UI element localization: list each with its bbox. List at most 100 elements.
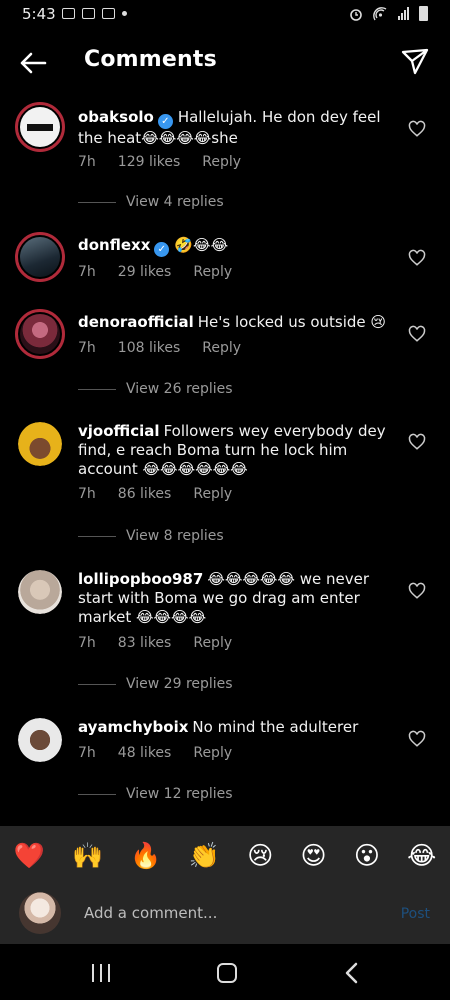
reply-button[interactable]: Reply	[202, 340, 241, 356]
comment-time: 7h	[78, 264, 96, 280]
comment-meta: 7h 108 likes Reply	[78, 340, 241, 356]
paper-plane-icon[interactable]	[400, 46, 430, 76]
comment-text: donflexx ✓ 🤣😂😂	[78, 236, 396, 257]
notification-app-icon	[62, 8, 75, 19]
emoji-heart-eyes-button[interactable]: 😍	[301, 841, 327, 871]
signal-icon	[398, 7, 409, 20]
emoji-fire-button[interactable]: 🔥	[130, 841, 161, 871]
view-replies[interactable]: View 8 replies	[78, 528, 224, 544]
comment-time: 7h	[78, 340, 96, 356]
comment-username[interactable]: vjoofficial	[78, 422, 160, 440]
status-system-icons	[349, 6, 428, 21]
comment-time: 7h	[78, 635, 96, 651]
view-replies[interactable]: View 26 replies	[78, 381, 233, 397]
avatar-photo	[18, 718, 62, 762]
avatar[interactable]	[15, 309, 65, 359]
heart-outline-icon[interactable]	[408, 582, 426, 600]
comment-username[interactable]: donflexx	[78, 236, 150, 254]
verified-badge-icon: ✓	[157, 114, 173, 129]
comment-body: He's locked us outside 😢	[197, 313, 387, 331]
view-replies[interactable]: View 29 replies	[78, 676, 233, 692]
emoji-clap-button[interactable]: 👏	[189, 841, 220, 871]
comment-username[interactable]: obaksolo	[78, 108, 154, 126]
divider	[78, 683, 116, 685]
comment-text: obaksolo ✓ Hallelujah. He don dey feel the…	[78, 108, 396, 148]
message-notification-icon	[102, 8, 115, 19]
comment-username[interactable]: denoraofficial	[78, 313, 194, 331]
comment-item: obaksolo ✓ Hallelujah. He don dey feel the…	[0, 102, 450, 222]
reply-button[interactable]: Reply	[202, 154, 241, 170]
battery-icon	[419, 6, 428, 21]
emoji-surprised-button[interactable]: 😮	[354, 841, 380, 871]
view-replies-label[interactable]: View 29 replies	[126, 676, 233, 692]
avatar[interactable]	[18, 570, 62, 614]
comment-likes[interactable]: 29 likes	[118, 264, 172, 280]
more-notifications-dot-icon	[122, 11, 127, 16]
reply-button[interactable]: Reply	[193, 486, 232, 502]
heart-outline-icon[interactable]	[408, 433, 426, 451]
heart-outline-icon[interactable]	[408, 249, 426, 267]
comment-meta: 7h 83 likes Reply	[78, 635, 232, 651]
status-notification-icons	[62, 8, 127, 19]
reply-button[interactable]: Reply	[193, 635, 232, 651]
alarm-icon	[350, 8, 362, 21]
comment-time: 7h	[78, 745, 96, 761]
verified-badge-icon: ✓	[154, 242, 170, 257]
divider	[78, 201, 116, 203]
home-icon[interactable]	[217, 963, 237, 983]
avatar[interactable]	[18, 422, 62, 466]
emoji-reaction-bar: ❤️ 🙌 🔥 👏 😢 😍 😮 😂	[0, 826, 450, 886]
comment-username[interactable]: ayamchyboix	[78, 718, 188, 736]
view-replies-label[interactable]: View 8 replies	[126, 528, 224, 544]
avatar-photo	[20, 237, 60, 277]
heart-outline-icon[interactable]	[408, 120, 426, 138]
comment-likes[interactable]: 48 likes	[118, 745, 172, 761]
divider	[78, 388, 116, 390]
comment-text: denoraofficial He's locked us outside 😢	[78, 313, 396, 332]
avatar-photo	[20, 314, 60, 354]
nav-back-icon[interactable]	[343, 962, 361, 984]
emoji-heart-button[interactable]: ❤️	[14, 841, 45, 871]
heart-outline-icon[interactable]	[408, 730, 426, 748]
system-nav-bar	[0, 944, 450, 1000]
view-replies[interactable]: View 4 replies	[78, 194, 224, 210]
avatar[interactable]	[15, 232, 65, 282]
emoji-laughing-button[interactable]: 😂	[407, 841, 436, 871]
comment-likes[interactable]: 108 likes	[118, 340, 180, 356]
comment-likes[interactable]: 86 likes	[118, 486, 172, 502]
comment-meta: 7h 48 likes Reply	[78, 745, 232, 761]
avatar[interactable]	[15, 102, 65, 152]
comment-composer: Post	[0, 886, 450, 944]
comment-likes[interactable]: 129 likes	[118, 154, 180, 170]
avatar[interactable]	[18, 718, 62, 762]
divider	[78, 793, 116, 795]
comment-text: ayamchyboix No mind the adulterer	[78, 718, 396, 737]
view-replies-label[interactable]: View 4 replies	[126, 194, 224, 210]
comment-time: 7h	[78, 486, 96, 502]
my-avatar	[19, 892, 61, 934]
view-replies-label[interactable]: View 12 replies	[126, 786, 233, 802]
logo-mark	[27, 123, 53, 131]
comment-meta: 7h 29 likes Reply	[78, 264, 232, 280]
comment-likes[interactable]: 83 likes	[118, 635, 172, 651]
recent-apps-icon[interactable]	[92, 964, 110, 982]
post-button[interactable]: Post	[401, 906, 430, 922]
comment-text: vjoofficial Followers wey everybody dey f…	[78, 422, 396, 479]
reply-button[interactable]: Reply	[193, 264, 232, 280]
comment-item: lollipopboo987 😂😂😂😂😂 we never start with …	[0, 570, 450, 705]
heart-outline-icon[interactable]	[408, 325, 426, 343]
emoji-raised-hands-button[interactable]: 🙌	[72, 841, 103, 871]
comment-meta: 7h 129 likes Reply	[78, 154, 241, 170]
header: Comments	[0, 36, 450, 92]
comment-body: No mind the adulterer	[192, 718, 359, 736]
comment-input[interactable]	[84, 899, 384, 927]
comment-item: denoraofficial He's locked us outside 😢 7…	[0, 309, 450, 409]
comment-username[interactable]: lollipopboo987	[78, 570, 203, 588]
view-replies[interactable]: View 12 replies	[78, 786, 233, 802]
logo-avatar	[20, 107, 60, 147]
view-replies-label[interactable]: View 26 replies	[126, 381, 233, 397]
emoji-crying-button[interactable]: 😢	[247, 841, 273, 871]
arrow-left-icon[interactable]	[18, 48, 48, 78]
comment-item: ayamchyboix No mind the adulterer 7h 48 l…	[0, 718, 450, 818]
reply-button[interactable]: Reply	[193, 745, 232, 761]
